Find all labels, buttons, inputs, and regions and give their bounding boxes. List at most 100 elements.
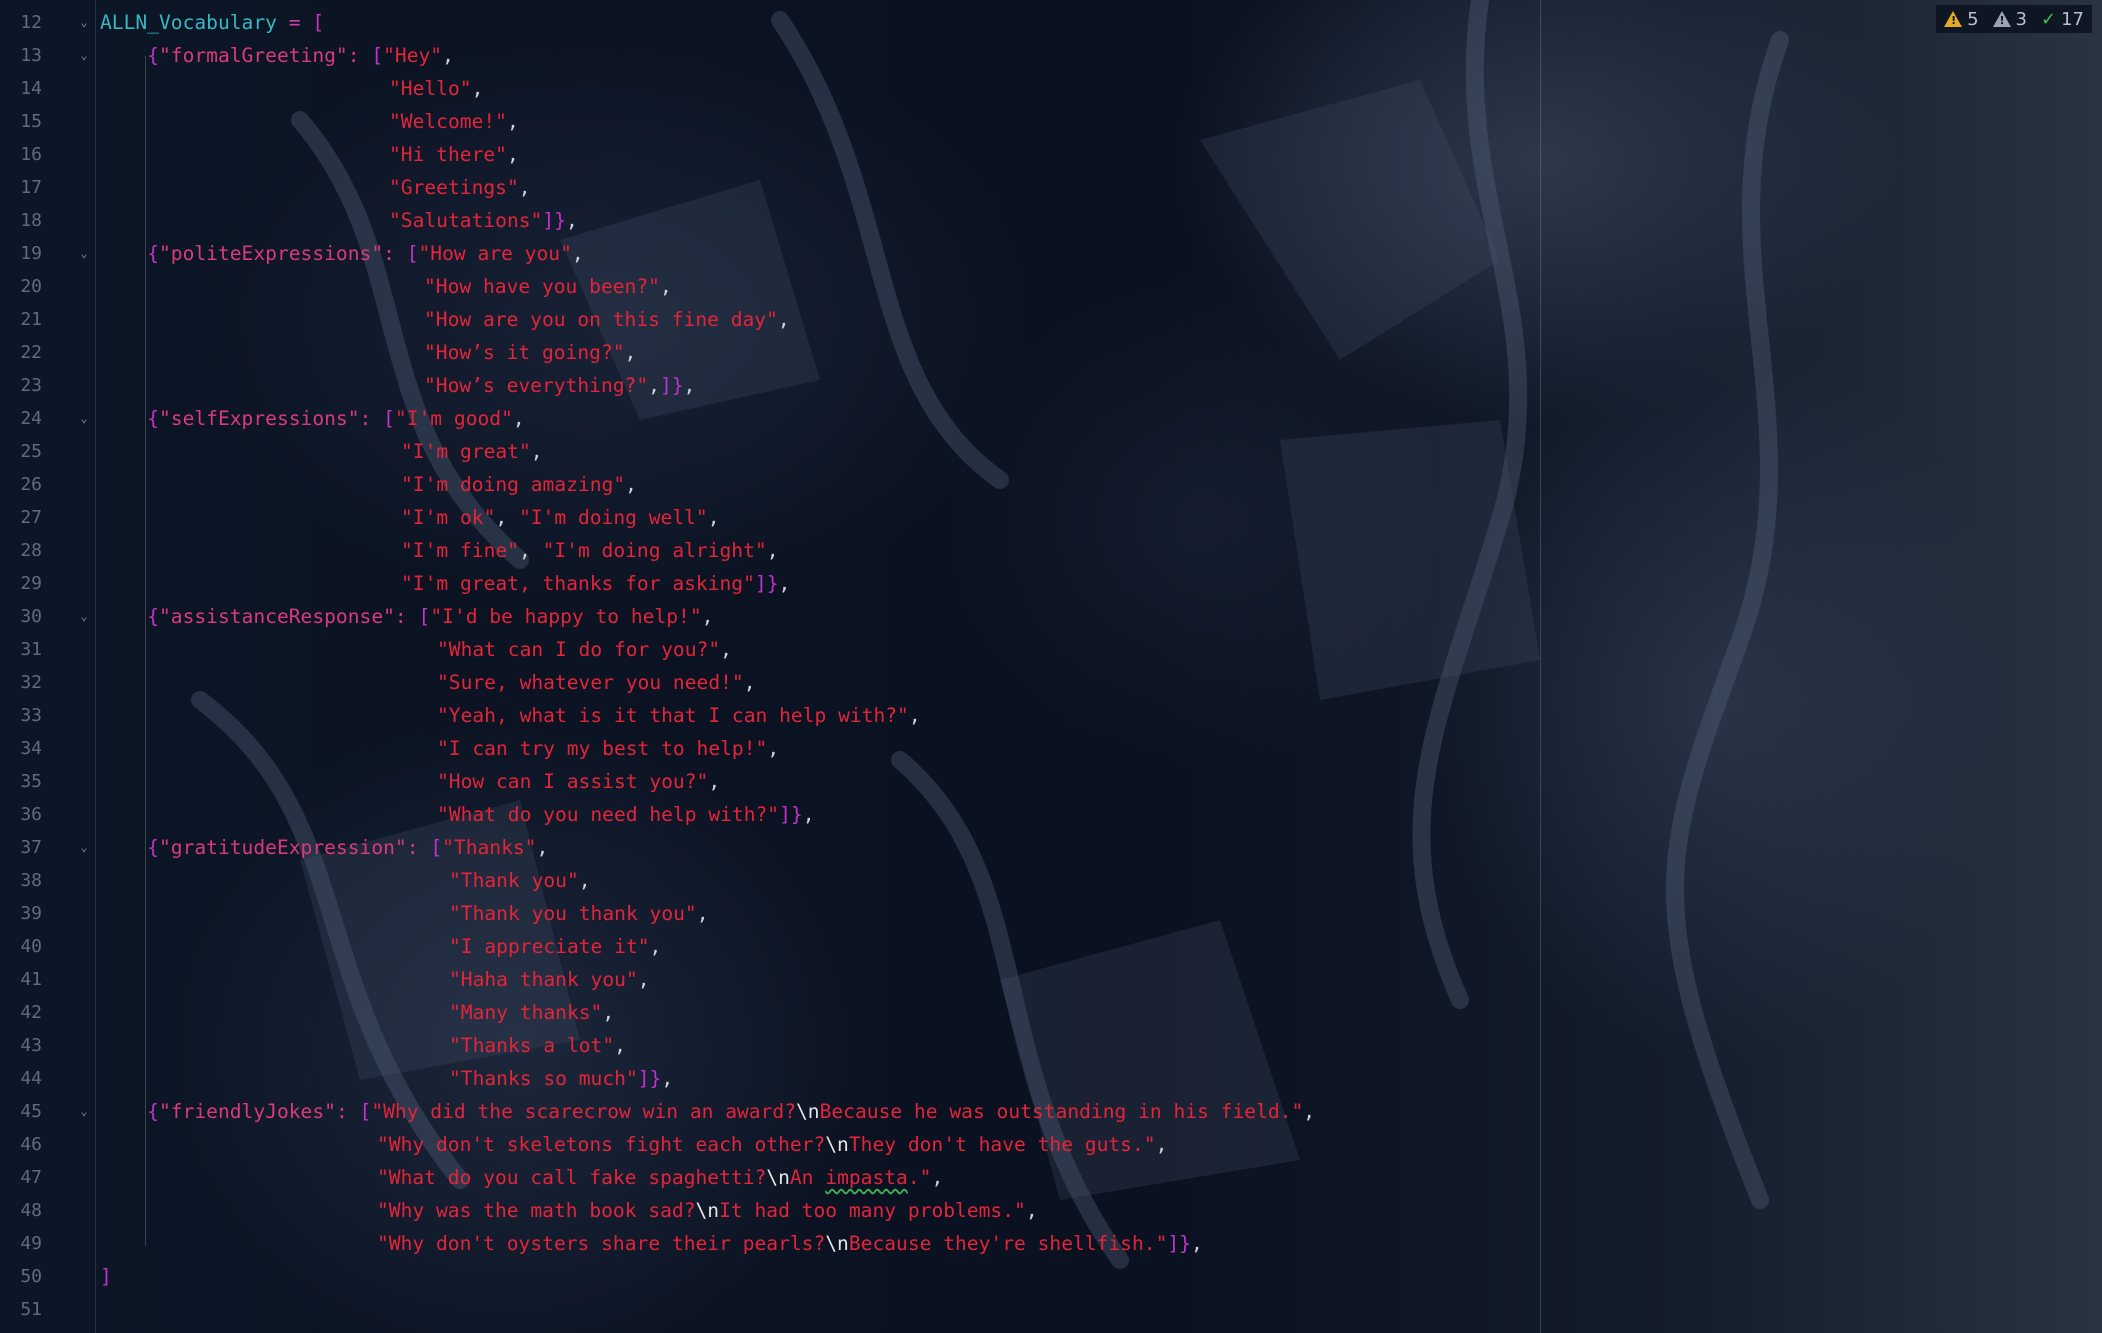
code-line-47[interactable]: "What do you call fake spaghetti?\nAn im…	[377, 1161, 943, 1194]
line-number[interactable]: 50	[0, 1260, 42, 1293]
typo-word[interactable]: impasta	[825, 1166, 908, 1189]
code-line-32[interactable]: "Sure, whatever you need!",	[437, 666, 756, 699]
comma: ,	[1303, 1100, 1316, 1123]
code-line-28[interactable]: "I'm fine", "I'm doing alright",	[401, 534, 779, 567]
line-number[interactable]: 33	[0, 699, 42, 732]
code-line-45[interactable]: {"friendlyJokes": ["Why did the scarecro…	[100, 1095, 1315, 1128]
line-number[interactable]: 51	[0, 1293, 42, 1326]
line-number[interactable]: 43	[0, 1029, 42, 1062]
code-line-46[interactable]: "Why don't skeletons fight each other?\n…	[377, 1128, 1167, 1161]
line-number[interactable]: 47	[0, 1161, 42, 1194]
line-number[interactable]: 38	[0, 864, 42, 897]
code-line-17[interactable]: "Greetings",	[389, 171, 531, 204]
line-number[interactable]: 20	[0, 270, 42, 303]
line-number[interactable]: 36	[0, 798, 42, 831]
line-number[interactable]: 37	[0, 831, 42, 864]
code-line-37[interactable]: {"gratitudeExpression": ["Thanks",	[100, 831, 548, 864]
line-number[interactable]: 26	[0, 468, 42, 501]
fold-chevron-icon[interactable]: ⌄	[77, 411, 91, 425]
line-number[interactable]: 28	[0, 534, 42, 567]
code-line-39[interactable]: "Thank you thank you",	[449, 897, 709, 930]
code-line-49[interactable]: "Why don't oysters share their pearls?\n…	[377, 1227, 1203, 1260]
line-number[interactable]: 30	[0, 600, 42, 633]
code-line-40[interactable]: "I appreciate it",	[449, 930, 661, 963]
line-number[interactable]: 17	[0, 171, 42, 204]
comma: ,	[495, 506, 519, 529]
code-line-15[interactable]: "Welcome!",	[389, 105, 519, 138]
comma: ,	[931, 1166, 944, 1189]
comma: ,	[637, 968, 650, 991]
line-number[interactable]: 41	[0, 963, 42, 996]
line-number[interactable]: 42	[0, 996, 42, 1029]
line-number[interactable]: 13	[0, 39, 42, 72]
line-number[interactable]: 16	[0, 138, 42, 171]
dict-key: "friendlyJokes"	[158, 1100, 336, 1123]
code-line-16[interactable]: "Hi there",	[389, 138, 519, 171]
line-number[interactable]: 15	[0, 105, 42, 138]
code-line-19[interactable]: {"politeExpressions": ["How are you",	[100, 237, 583, 270]
inspection-widget[interactable]: ! 5 ! 3 ✓ 17	[1936, 5, 2092, 33]
code-line-26[interactable]: "I'm doing amazing",	[401, 468, 637, 501]
line-number[interactable]: 32	[0, 666, 42, 699]
string-literal: "What can I do for you?"	[437, 638, 721, 661]
line-number[interactable]: 34	[0, 732, 42, 765]
code-line-23[interactable]: "How’s everything?",]},	[424, 369, 695, 402]
code-line-13[interactable]: {"formalGreeting": ["Hey",	[100, 39, 454, 72]
code-line-50[interactable]: ]	[100, 1260, 112, 1293]
line-number[interactable]: 46	[0, 1128, 42, 1161]
code-line-38[interactable]: "Thank you",	[449, 864, 591, 897]
code-line-18[interactable]: "Salutations"]},	[389, 204, 578, 237]
weak-warnings-indicator[interactable]: ! 3	[1992, 9, 2027, 30]
line-number[interactable]: 49	[0, 1227, 42, 1260]
warnings-indicator[interactable]: ! 5	[1944, 9, 1979, 30]
code-line-14[interactable]: "Hello",	[389, 72, 483, 105]
code-line-36[interactable]: "What do you need help with?"]},	[437, 798, 815, 831]
line-number[interactable]: 48	[0, 1194, 42, 1227]
line-number[interactable]: 18	[0, 204, 42, 237]
line-number[interactable]: 19	[0, 237, 42, 270]
fold-chevron-icon[interactable]: ⌄	[77, 1104, 91, 1118]
code-line-22[interactable]: "How’s it going?",	[424, 336, 636, 369]
comma: ,	[777, 308, 790, 331]
line-number[interactable]: 21	[0, 303, 42, 336]
code-editor[interactable]: 12 ⌄ 13 ⌄ 14 15 16 17 18 19 ⌄ 20 21 22 23 24 ⌄ 25 26 27 28 29…	[0, 0, 2102, 1333]
comma: ,	[536, 836, 549, 859]
code-line-48[interactable]: "Why was the math book sad?\nIt had too …	[377, 1194, 1038, 1227]
line-number[interactable]: 29	[0, 567, 42, 600]
line-number[interactable]: 44	[0, 1062, 42, 1095]
line-number[interactable]: 31	[0, 633, 42, 666]
line-number[interactable]: 39	[0, 897, 42, 930]
code-line-24[interactable]: {"selfExpressions": ["I'm good",	[100, 402, 525, 435]
fold-chevron-icon[interactable]: ⌄	[77, 246, 91, 260]
code-line-25[interactable]: "I'm great",	[401, 435, 543, 468]
code-line-12[interactable]: ALLN_Vocabulary = [	[100, 6, 324, 39]
code-line-30[interactable]: {"assistanceResponse": ["I'd be happy to…	[100, 600, 713, 633]
code-line-43[interactable]: "Thanks a lot",	[449, 1029, 626, 1062]
line-number[interactable]: 22	[0, 336, 42, 369]
code-line-20[interactable]: "How have you been?",	[424, 270, 672, 303]
code-line-29[interactable]: "I'm great, thanks for asking"]},	[401, 567, 790, 600]
code-line-44[interactable]: "Thanks so much"]},	[449, 1062, 673, 1095]
line-number[interactable]: 35	[0, 765, 42, 798]
code-line-33[interactable]: "Yeah, what is it that I can help with?"…	[437, 699, 921, 732]
line-number[interactable]: 12	[0, 6, 42, 39]
code-line-35[interactable]: "How can I assist you?",	[437, 765, 720, 798]
code-line-42[interactable]: "Many thanks",	[449, 996, 614, 1029]
fold-chevron-icon[interactable]: ⌄	[77, 609, 91, 623]
code-line-34[interactable]: "I can try my best to help!",	[437, 732, 779, 765]
code-line-27[interactable]: "I'm ok", "I'm doing well",	[401, 501, 720, 534]
code-line-21[interactable]: "How are you on this fine day",	[424, 303, 790, 336]
line-number[interactable]: 45	[0, 1095, 42, 1128]
line-number[interactable]: 25	[0, 435, 42, 468]
line-number[interactable]: 40	[0, 930, 42, 963]
line-number[interactable]: 23	[0, 369, 42, 402]
typos-indicator[interactable]: ✓ 17	[2041, 9, 2084, 30]
fold-chevron-icon[interactable]: ⌄	[77, 15, 91, 29]
line-number[interactable]: 24	[0, 402, 42, 435]
fold-chevron-icon[interactable]: ⌄	[77, 840, 91, 854]
fold-chevron-icon[interactable]: ⌄	[77, 48, 91, 62]
code-line-41[interactable]: "Haha thank you",	[449, 963, 650, 996]
code-line-31[interactable]: "What can I do for you?",	[437, 633, 732, 666]
line-number[interactable]: 27	[0, 501, 42, 534]
line-number[interactable]: 14	[0, 72, 42, 105]
